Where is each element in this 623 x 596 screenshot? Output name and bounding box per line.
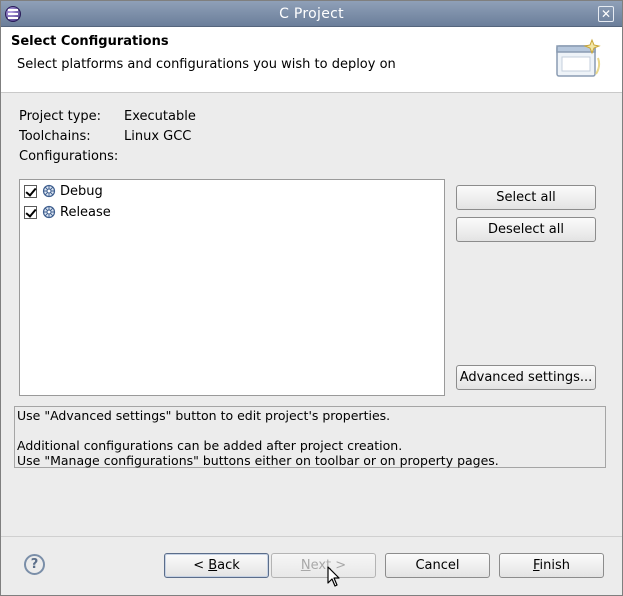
debug-label: Debug xyxy=(60,183,103,199)
configurations-label: Configurations: xyxy=(19,149,119,164)
close-icon[interactable]: ✕ xyxy=(598,6,614,22)
debug-checkbox[interactable] xyxy=(24,184,37,198)
message-line-1: Use "Advanced settings" button to edit p… xyxy=(17,408,391,423)
wizard-banner: Select Configurations Select platforms a… xyxy=(1,27,622,93)
list-item-debug[interactable]: Debug xyxy=(24,182,103,200)
finish-rest: inish xyxy=(539,558,571,573)
wizard-banner-icon xyxy=(556,38,601,77)
title-bar[interactable]: C Project ✕ xyxy=(1,1,622,27)
message-line-4: Use "Manage configurations" buttons eith… xyxy=(17,453,499,468)
info-message-box: Use "Advanced settings" button to edit p… xyxy=(14,406,606,468)
project-type-label: Project type: xyxy=(19,109,102,124)
deselect-all-button[interactable]: Deselect all xyxy=(456,217,596,242)
list-item-release[interactable]: Release xyxy=(24,203,111,221)
gear-config-icon xyxy=(42,205,56,219)
c-project-dialog: C Project ✕ Select Configurations Select… xyxy=(0,0,623,596)
select-all-button[interactable]: Select all xyxy=(456,185,596,210)
advanced-settings-button[interactable]: Advanced settings... xyxy=(456,365,596,390)
page-description: Select platforms and configurations you … xyxy=(17,57,396,72)
back-mnemonic: B xyxy=(208,558,218,573)
back-prefix: < xyxy=(193,558,209,573)
back-button[interactable]: < Back xyxy=(164,553,269,578)
message-line-3: Additional configurations can be added a… xyxy=(17,438,403,453)
page-title: Select Configurations xyxy=(11,34,169,49)
help-icon[interactable]: ? xyxy=(24,554,45,575)
mouse-cursor-icon xyxy=(327,566,340,587)
project-type-value: Executable xyxy=(124,109,196,124)
message-line-2 xyxy=(17,423,603,438)
footer-separator xyxy=(1,536,622,537)
release-label: Release xyxy=(60,204,111,220)
next-mnemonic: N xyxy=(300,558,311,573)
finish-button[interactable]: Finish xyxy=(499,553,604,578)
next-button[interactable]: Next > xyxy=(271,553,376,578)
window-title: C Project xyxy=(279,6,344,22)
toolchains-value: Linux GCC xyxy=(124,129,192,144)
back-rest: ack xyxy=(217,558,240,573)
gear-config-icon xyxy=(42,184,56,198)
toolchains-label: Toolchains: xyxy=(19,129,91,144)
configurations-list[interactable]: Debug Release xyxy=(19,179,445,396)
cancel-button[interactable]: Cancel xyxy=(385,553,490,578)
release-checkbox[interactable] xyxy=(24,205,37,219)
